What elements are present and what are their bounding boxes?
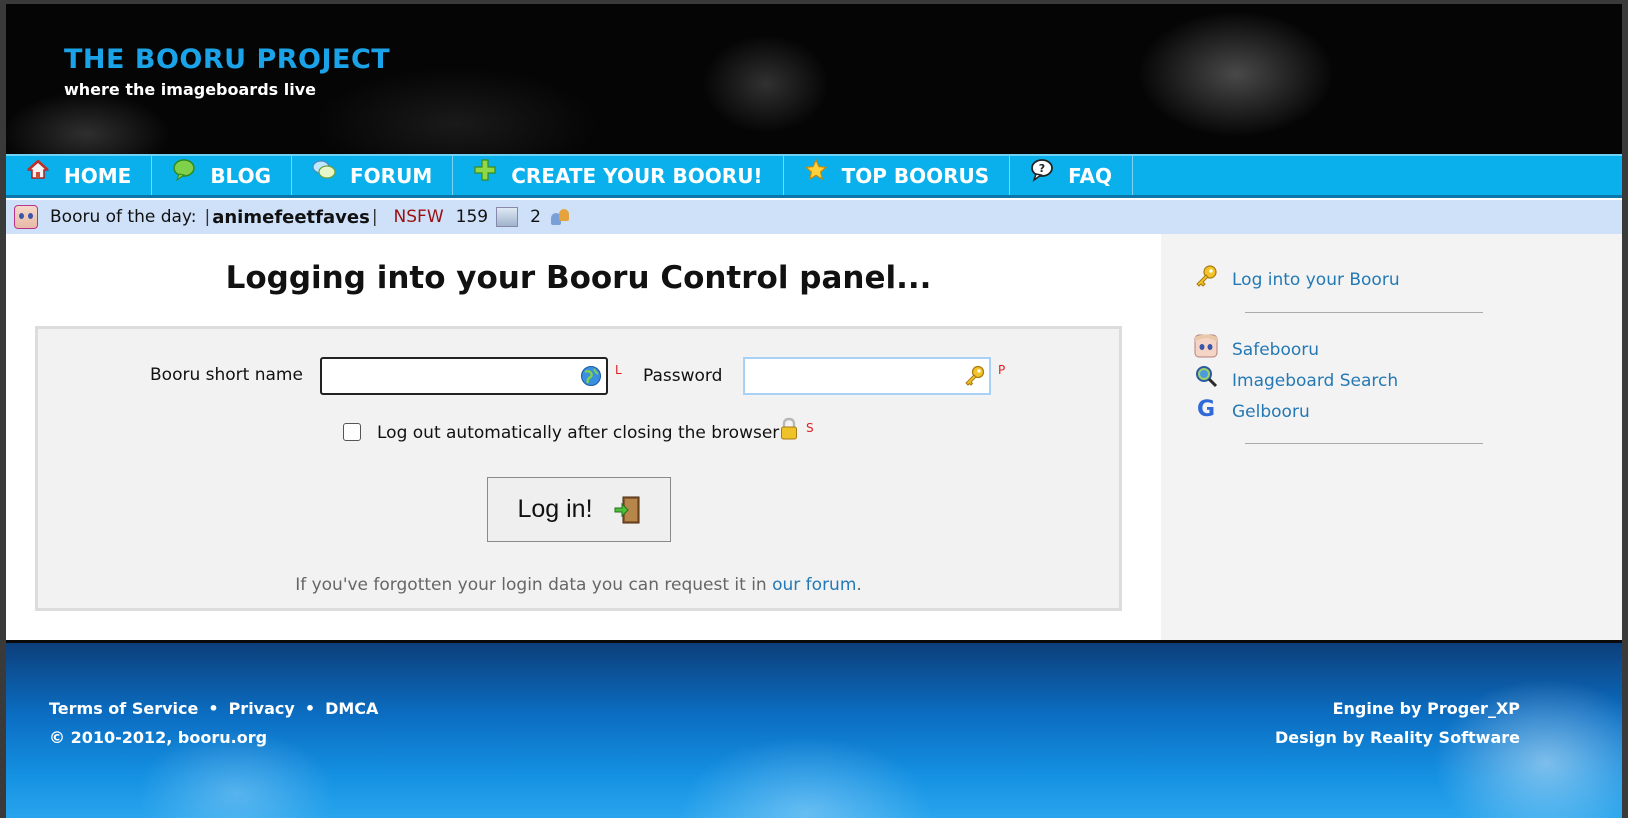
short-name-field[interactable] [320, 357, 608, 395]
users-count: 2 [530, 207, 541, 227]
auto-logout-hotkey: S [806, 421, 814, 435]
footer-engine: Engine by Proger_XP [1332, 699, 1520, 718]
nav-top-boorus[interactable]: TOP BOORUS [784, 156, 1011, 195]
page: THE BOORU PROJECT where the imageboards … [6, 4, 1622, 818]
question-bubble-icon: ? [1030, 158, 1054, 182]
plus-icon [473, 158, 497, 182]
key-icon [1194, 264, 1218, 288]
booru-avatar-icon [14, 205, 38, 229]
divider [1245, 312, 1483, 313]
page-title: Logging into your Booru Control panel... [225, 260, 932, 296]
sidebar-login-link[interactable]: Log into your Booru [1232, 270, 1400, 290]
password-input[interactable] [745, 359, 989, 393]
dmca-link[interactable]: DMCA [325, 699, 378, 718]
nav-faq[interactable]: ? FAQ [1010, 156, 1133, 195]
speech-bubble-icon [172, 158, 196, 182]
login-button[interactable]: Log in! [487, 477, 671, 542]
forgot-text: If you've forgotten your login data you … [295, 575, 767, 595]
nav-create-booru[interactable]: CREATE YOUR BOORU! [453, 156, 784, 195]
auto-logout-label[interactable]: Log out automatically after closing the … [377, 423, 779, 443]
door-enter-icon [613, 495, 641, 525]
separator: | [371, 207, 378, 227]
booru-of-day-prefix: Booru of the day: [50, 207, 197, 227]
bullet: • [208, 699, 219, 718]
short-name-hotkey: L [615, 363, 622, 377]
login-form: Booru short name L Password P Log out au… [35, 326, 1122, 611]
site-tagline: where the imageboards live [64, 80, 316, 99]
nav-faq-label: FAQ [1068, 163, 1112, 188]
forgot-end: . [856, 575, 862, 595]
footer-design: Design by Reality Software [1274, 728, 1520, 747]
nav-blog-label: BLOG [210, 163, 272, 188]
gelbooru-icon: G [1194, 396, 1218, 422]
password-label: Password [643, 366, 723, 386]
short-name-input[interactable] [322, 359, 606, 393]
rating-badge: NSFW [393, 207, 444, 227]
forgot-login-note: If you've forgotten your login data you … [38, 575, 1119, 595]
images-count: 159 [455, 207, 489, 227]
terms-link[interactable]: Terms of Service [49, 699, 198, 718]
nav-home-label: HOME [64, 163, 132, 188]
separator: | [204, 207, 211, 227]
nav-forum[interactable]: FORUM [292, 156, 454, 195]
short-name-label: Booru short name [150, 365, 303, 385]
svg-text:?: ? [1039, 162, 1045, 175]
sidebar-link-safebooru[interactable]: Safebooru [1232, 340, 1319, 360]
auto-logout-checkbox[interactable] [343, 423, 361, 441]
site-title[interactable]: THE BOORU PROJECT [64, 44, 390, 75]
divider [1245, 443, 1483, 444]
key-icon [963, 365, 985, 387]
site-footer: Terms of Service • Privacy • DMCA © 2010-201… [6, 640, 1622, 818]
nav-forum-label: FORUM [350, 163, 433, 188]
booru-of-the-day-bar: Booru of the day: | animefeetfaves | NSF… [6, 200, 1622, 234]
password-hotkey: P [998, 363, 1006, 377]
main-content: Logging into your Booru Control panel...… [6, 234, 1161, 640]
main-nav: HOME BLOG FORUM CREATE YOUR BOORU! TOP B… [6, 154, 1622, 198]
sidebar-link-imageboard-search[interactable]: Imageboard Search [1232, 371, 1398, 391]
footer-links: Terms of Service • Privacy • DMCA [49, 699, 378, 718]
padlock-icon [780, 417, 798, 441]
safebooru-icon [1194, 334, 1218, 358]
nav-home[interactable]: HOME [6, 156, 153, 195]
forum-link[interactable]: our forum [772, 575, 856, 595]
footer-copyright: © 2010-2012, booru.org [49, 728, 268, 747]
imageboard-search-icon [1194, 364, 1218, 388]
globe-icon [580, 365, 602, 387]
login-button-label: Log in! [517, 495, 593, 523]
users-icon [549, 207, 571, 227]
sidebar: Log into your Booru Safebooru Imageboard… [1161, 234, 1622, 640]
images-icon [496, 207, 519, 227]
bullet: • [304, 699, 316, 718]
nav-top-boorus-label: TOP BOORUS [841, 163, 990, 188]
booru-of-day-link[interactable]: animefeetfaves [212, 207, 370, 228]
home-icon [26, 158, 50, 182]
password-field[interactable] [743, 357, 991, 395]
chat-bubbles-icon [312, 158, 336, 182]
sidebar-link-gelbooru[interactable]: Gelbooru [1232, 402, 1310, 422]
star-icon [804, 158, 828, 182]
nav-blog[interactable]: BLOG [152, 156, 293, 195]
svg-text:G: G [1197, 397, 1215, 420]
site-header: THE BOORU PROJECT where the imageboards … [6, 4, 1622, 154]
privacy-link[interactable]: Privacy [229, 699, 295, 718]
nav-create-booru-label: CREATE YOUR BOORU! [511, 163, 763, 188]
